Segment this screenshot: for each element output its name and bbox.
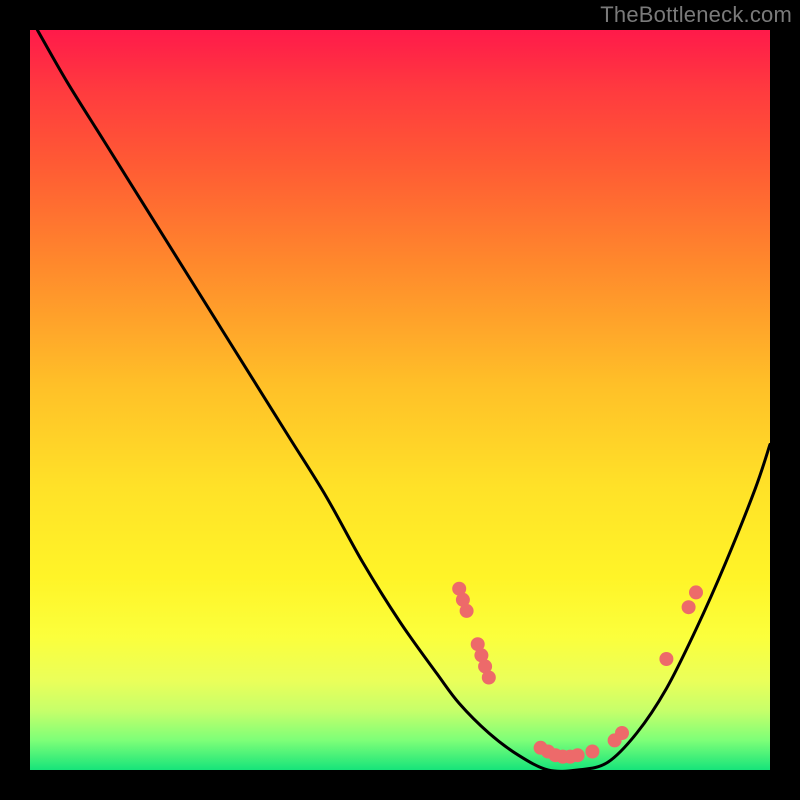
data-marker <box>460 604 474 618</box>
data-marker <box>482 671 496 685</box>
plot-area <box>30 30 770 770</box>
data-marker <box>585 745 599 759</box>
chart-frame: TheBottleneck.com <box>0 0 800 800</box>
watermark-label: TheBottleneck.com <box>600 2 792 28</box>
data-marker <box>682 600 696 614</box>
data-marker <box>659 652 673 666</box>
data-marker <box>689 585 703 599</box>
data-marker <box>615 726 629 740</box>
bottleneck-curve <box>30 30 770 770</box>
data-marker <box>571 748 585 762</box>
